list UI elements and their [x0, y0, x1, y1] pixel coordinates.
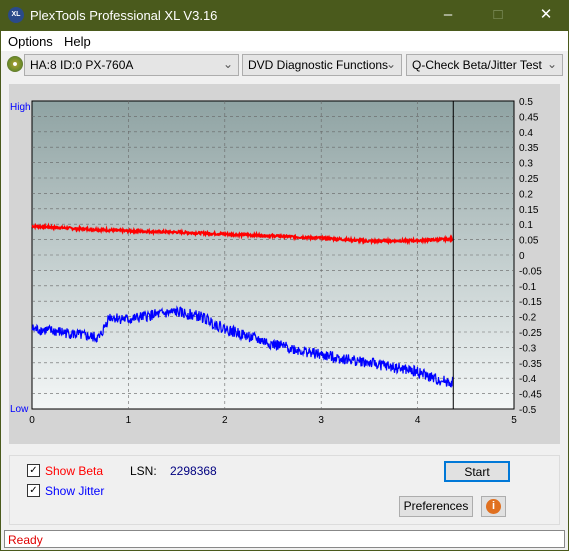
function-value: DVD Diagnostic Functions [248, 58, 389, 72]
close-button[interactable]: ✕ [531, 4, 561, 26]
lsn-label: LSN: [130, 464, 157, 478]
drive-icon [7, 56, 23, 72]
function-select[interactable]: DVD Diagnostic Functions ⌄ [242, 54, 402, 76]
y-tick-label: -0.4 [519, 374, 537, 385]
y-tick-label: -0.1 [519, 282, 537, 293]
app-logo-icon: XL [8, 7, 24, 23]
test-value: Q-Check Beta/Jitter Test [412, 58, 542, 72]
x-tick-label: 0 [29, 415, 35, 426]
show-jitter-checkbox[interactable]: ✓ [27, 484, 40, 497]
y-label-high: High [10, 102, 31, 113]
info-icon: i [486, 499, 501, 514]
drive-select[interactable]: HA:8 ID:0 PX-760A ⌄ [24, 54, 239, 76]
x-tick-label: 3 [318, 415, 324, 426]
status-bar: Ready [4, 530, 565, 548]
menu-options[interactable]: Options [8, 34, 53, 49]
y-tick-label: -0.3 [519, 343, 537, 354]
y-tick-label: -0.05 [519, 266, 542, 277]
menu-bar: Options Help [1, 31, 568, 51]
y-tick-label: 0.5 [519, 97, 533, 108]
window-title: PlexTools Professional XL V3.16 [30, 8, 218, 23]
y-tick-label: -0.2 [519, 313, 537, 324]
y-tick-label: -0.15 [519, 297, 542, 308]
x-tick-label: 4 [415, 415, 421, 426]
y-tick-label: 0.3 [519, 159, 533, 170]
y-label-low: Low [10, 404, 29, 415]
show-beta-label: Show Beta [45, 464, 104, 478]
minimize-button[interactable]: – [433, 4, 463, 26]
y-tick-label: 0.1 [519, 220, 533, 231]
menu-help[interactable]: Help [64, 34, 91, 49]
chevron-down-icon: ⌄ [546, 57, 557, 71]
chevron-down-icon: ⌄ [222, 57, 233, 71]
y-tick-label: 0.15 [519, 205, 539, 216]
preferences-button[interactable]: Preferences [399, 496, 473, 517]
beta-jitter-chart: 0.5 0.45 0.4 0.35 0.3 0.25 0.2 0.15 0.1 0.05 0 -0.0… [10, 97, 542, 426]
y-tick-label: -0.25 [519, 328, 542, 339]
y-tick-label: 0.2 [519, 189, 533, 200]
x-tick-label: 5 [511, 415, 517, 426]
x-tick-label: 2 [222, 415, 228, 426]
info-button[interactable]: i [481, 496, 506, 517]
y-tick-label: 0.4 [519, 128, 533, 139]
start-button[interactable]: Start [444, 461, 510, 482]
y-tick-label: -0.5 [519, 405, 537, 416]
show-beta-checkbox[interactable]: ✓ [27, 464, 40, 477]
y-tick-label: 0.25 [519, 174, 539, 185]
y-tick-label: -0.45 [519, 390, 542, 401]
y-tick-label: -0.35 [519, 359, 542, 370]
main-window: XL PlexTools Professional XL V3.16 – □ ✕… [1, 0, 568, 550]
y-tick-label: 0 [519, 251, 525, 262]
maximize-button[interactable]: □ [483, 4, 513, 26]
show-jitter-label: Show Jitter [45, 484, 105, 498]
y-tick-label: 0.45 [519, 112, 539, 123]
chevron-down-icon: ⌄ [385, 57, 396, 71]
lsn-value: 2298368 [170, 464, 217, 478]
y-tick-label: 0.05 [519, 236, 539, 247]
title-bar: XL PlexTools Professional XL V3.16 – □ ✕ [1, 0, 568, 31]
drive-value: HA:8 ID:0 PX-760A [30, 58, 134, 72]
controls-group: ✓ Show Beta ✓ Show Jitter LSN: 2298368 S… [9, 455, 560, 525]
test-select[interactable]: Q-Check Beta/Jitter Test ⌄ [406, 54, 563, 76]
y-tick-label: 0.35 [519, 143, 539, 154]
x-tick-label: 1 [126, 415, 132, 426]
chart-panel: 0.5 0.45 0.4 0.35 0.3 0.25 0.2 0.15 0.1 0.05 0 -0.0… [9, 84, 560, 444]
